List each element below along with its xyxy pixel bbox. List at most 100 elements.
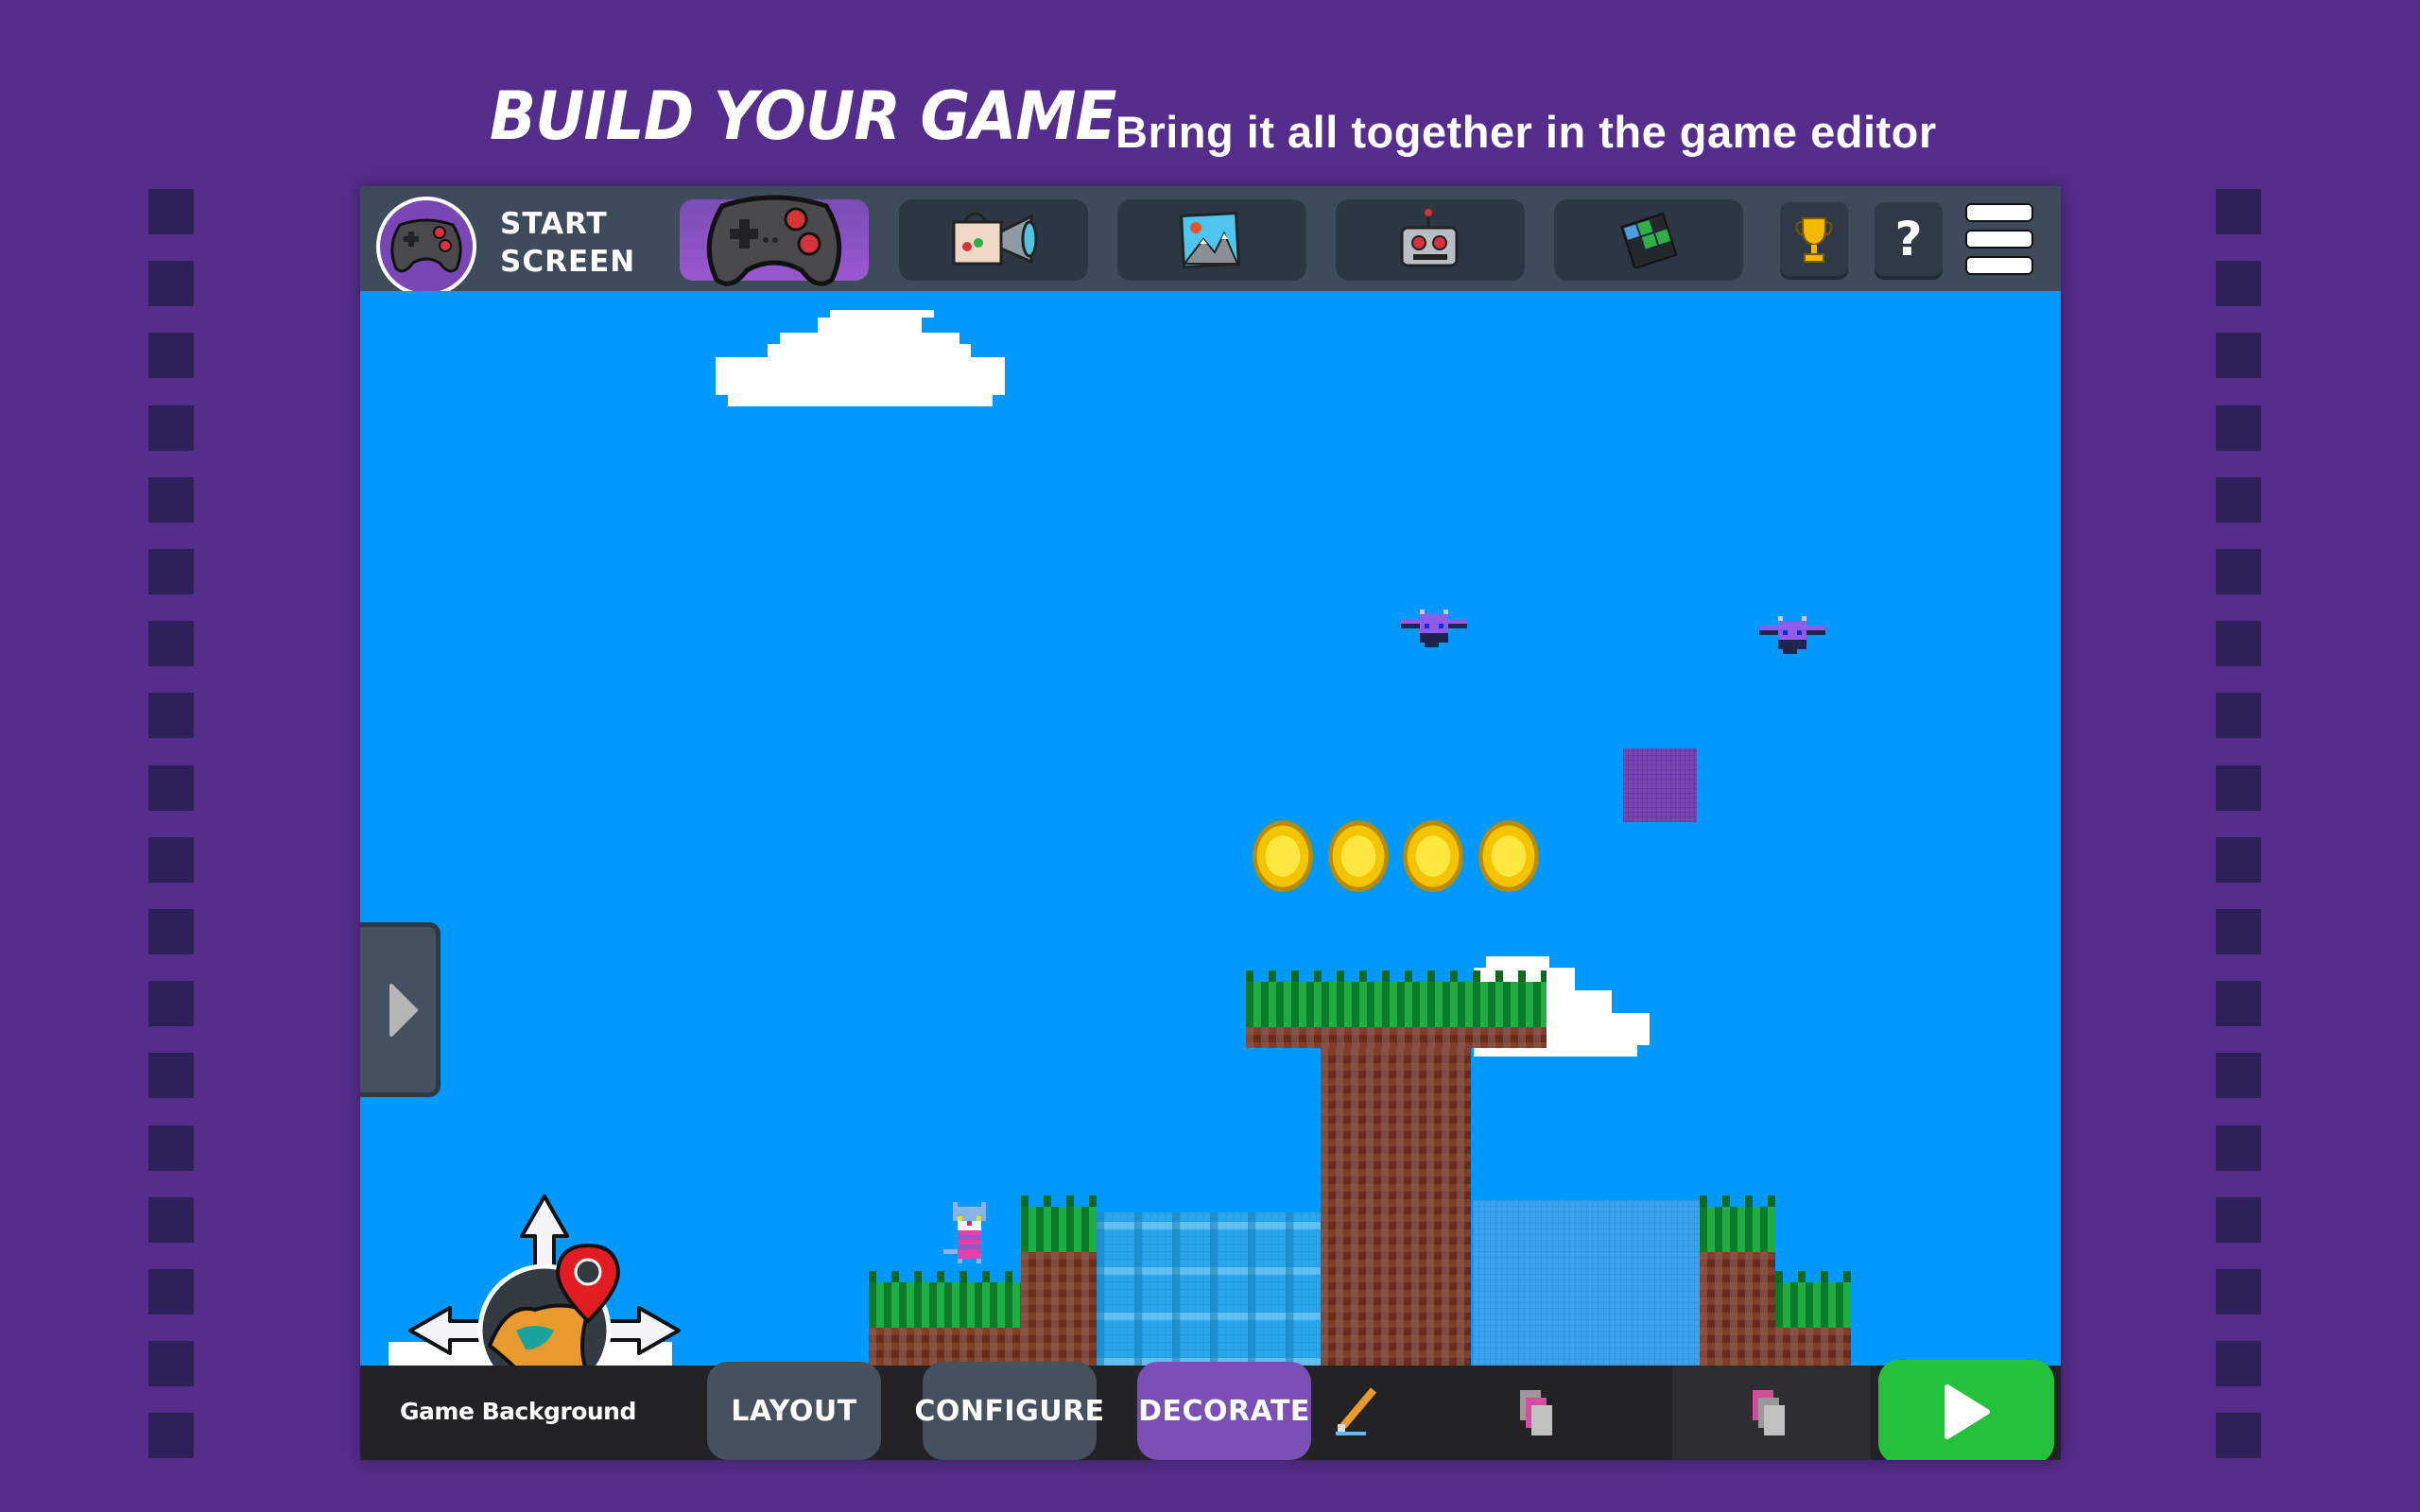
tab-game[interactable]: [680, 195, 869, 286]
picture-icon: [1180, 211, 1240, 269]
layers-front-icon: [1753, 1390, 1785, 1435]
film-strip-square: [2216, 333, 2261, 379]
player-cat-sprite[interactable]: [943, 1202, 1000, 1278]
tab-tiles[interactable]: [1554, 199, 1743, 281]
ground-tile[interactable]: [869, 1271, 1021, 1366]
film-strip-square: [2216, 1125, 2261, 1171]
tile-grid-icon: [1620, 212, 1678, 268]
film-strip-square: [2216, 909, 2261, 954]
side-panel-toggle[interactable]: [360, 922, 441, 1097]
film-strip-square: [2216, 765, 2261, 811]
layer-front-button[interactable]: [1672, 1366, 1871, 1460]
film-strip-square: [2216, 1413, 2261, 1459]
film-strip-square: [2216, 404, 2261, 451]
film-strip-square: [148, 1053, 194, 1099]
ground-tile[interactable]: [1775, 1271, 1851, 1366]
start-screen-button[interactable]: [376, 197, 476, 297]
bottom-toolbar: Game Background LAYOUT CONFIGURE DECORAT…: [360, 1360, 2061, 1460]
camera-icon: [952, 212, 1038, 266]
film-strip-square: [148, 1341, 194, 1387]
film-strip-square: [2216, 621, 2261, 667]
layer-back-button[interactable]: [1406, 1366, 1672, 1460]
page-subtitle: Bring it all together in the game editor: [1115, 107, 1937, 157]
film-strip-square: [2216, 1196, 2261, 1243]
ground-tile[interactable]: [1700, 1195, 1775, 1366]
play-icon: [1945, 1384, 1990, 1439]
film-strip-square: [148, 1125, 194, 1171]
film-strip-square: [2216, 836, 2261, 883]
film-strip-square: [148, 765, 194, 811]
tab-backgrounds[interactable]: [1117, 199, 1306, 281]
tab-characters[interactable]: [1336, 199, 1525, 281]
cloud-sprite: [830, 310, 934, 318]
top-toolbar: START SCREEN ?: [360, 186, 2061, 297]
film-strip-square: [148, 476, 194, 523]
film-strip-square: [148, 1196, 194, 1243]
brush-tool-button[interactable]: [1311, 1366, 1406, 1460]
film-strip-square: [2216, 476, 2261, 523]
page-title: BUILD YOUR GAME: [490, 77, 1117, 155]
film-strip-square: [148, 333, 194, 379]
layers-back-icon: [1520, 1390, 1552, 1435]
gamepad-icon: [390, 218, 462, 273]
map-pan-icon[interactable]: [403, 1189, 686, 1366]
film-strip-square: [148, 621, 194, 667]
enemy-bat[interactable]: [1754, 615, 1830, 664]
game-editor: START SCREEN ? Game Background LAYOUT CO…: [360, 186, 2061, 1460]
purple-block-sprite[interactable]: [1623, 748, 1697, 822]
coin-sprite[interactable]: [1403, 820, 1463, 892]
start-label-line1: START: [500, 207, 608, 241]
film-strip-square: [2216, 261, 2261, 307]
robot-icon: [1400, 209, 1459, 267]
cloud-sprite: [728, 395, 993, 406]
cloud-sprite: [768, 344, 971, 357]
pencil-icon: [1336, 1387, 1377, 1435]
film-strip-square: [2216, 1053, 2261, 1099]
cloud-sprite: [780, 333, 959, 344]
film-strip-square: [148, 981, 194, 1027]
film-strip-square: [2216, 549, 2261, 594]
film-strip-square: [2216, 981, 2261, 1027]
tab-layout[interactable]: LAYOUT: [707, 1362, 881, 1460]
film-strip-square: [148, 1269, 194, 1314]
coin-sprite[interactable]: [1478, 820, 1539, 892]
hamburger-menu-icon[interactable]: [1965, 203, 2035, 275]
cloud-sprite: [818, 318, 922, 333]
ground-tile[interactable]: [1246, 971, 1547, 1048]
chevron-right-icon: [389, 983, 418, 1037]
start-screen-label[interactable]: START SCREEN: [500, 205, 635, 281]
level-canvas[interactable]: [360, 291, 2061, 1366]
coin-sprite[interactable]: [1328, 820, 1389, 892]
film-strip-square: [2216, 1341, 2261, 1387]
enemy-bat[interactable]: [1396, 609, 1472, 658]
water-tile-transparent[interactable]: [1473, 1200, 1700, 1366]
cloud-sprite: [1486, 956, 1549, 968]
coin-sprite[interactable]: [1253, 820, 1313, 892]
help-button[interactable]: ?: [1875, 202, 1943, 276]
film-strip-square: [148, 549, 194, 594]
tab-cutscene[interactable]: [899, 199, 1088, 281]
film-strip-square: [2216, 1269, 2261, 1314]
play-button[interactable]: [1878, 1360, 2054, 1460]
ground-tile[interactable]: [1021, 1195, 1097, 1366]
water-tile[interactable]: [1097, 1212, 1321, 1366]
film-strip-square: [148, 693, 194, 739]
film-strip-square: [148, 909, 194, 954]
film-strip-square: [148, 261, 194, 307]
layer-label: Game Background: [400, 1398, 636, 1425]
gamepad-icon: [706, 195, 842, 286]
film-strip-square: [148, 189, 194, 234]
trophy-icon: [1795, 217, 1833, 263]
cloud-sprite: [716, 357, 1005, 395]
tab-decorate[interactable]: DECORATE: [1137, 1362, 1311, 1460]
film-strip-square: [2216, 693, 2261, 739]
film-strip-square: [148, 404, 194, 451]
achievements-button[interactable]: [1780, 202, 1848, 276]
tab-configure[interactable]: CONFIGURE: [914, 1362, 1104, 1460]
film-strip-square: [148, 1413, 194, 1459]
film-strip-square: [148, 836, 194, 883]
film-strip-square: [2216, 189, 2261, 234]
help-icon: ?: [1894, 212, 1923, 266]
pillar-tile[interactable]: [1321, 1048, 1471, 1366]
start-label-line2: SCREEN: [500, 245, 636, 279]
